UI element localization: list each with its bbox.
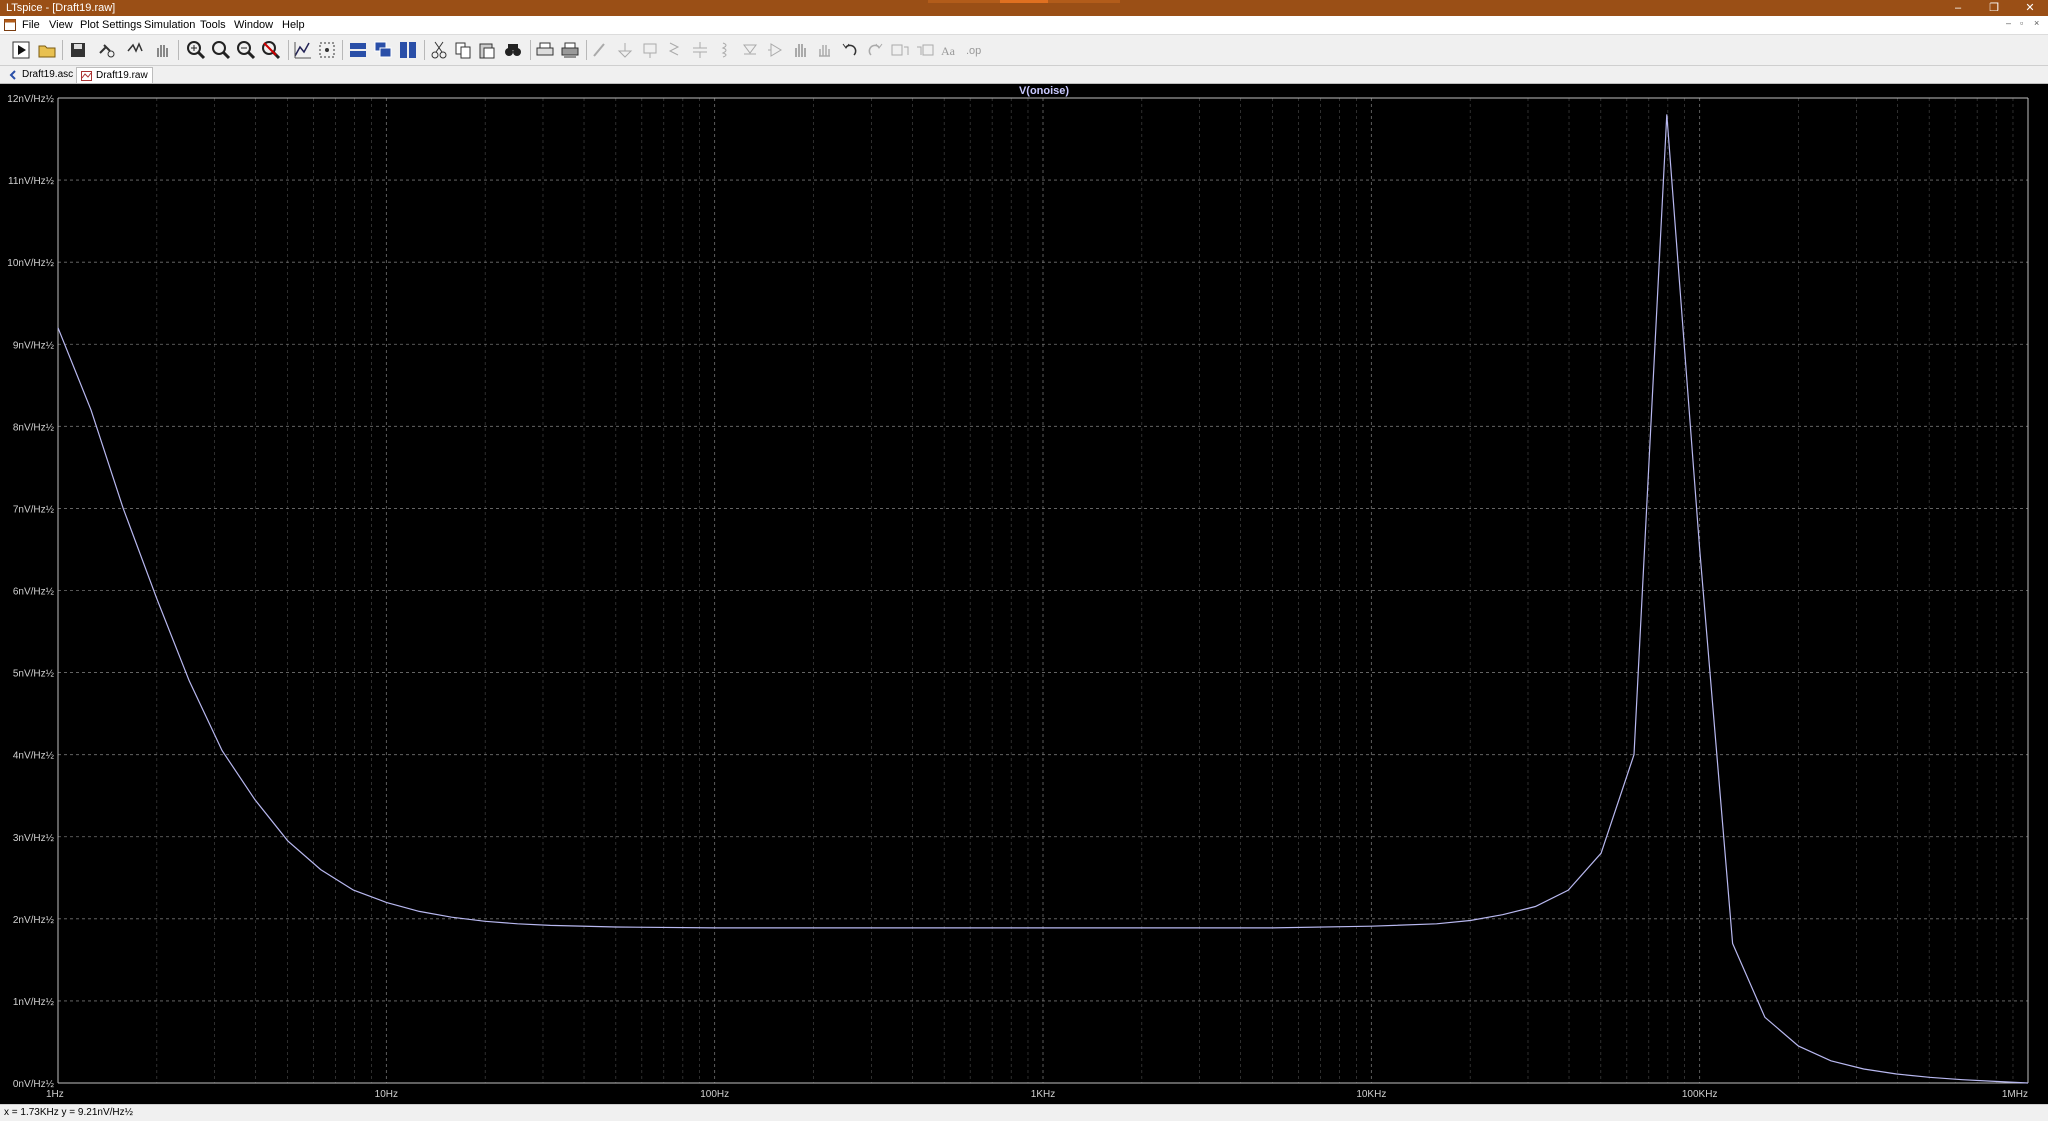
toolbar-separator xyxy=(586,40,587,60)
zoom-extents-icon[interactable] xyxy=(210,39,232,61)
control-panel-icon[interactable] xyxy=(96,39,118,61)
tab-label: Draft19.asc xyxy=(22,69,74,80)
menu-file[interactable]: File xyxy=(22,19,40,31)
x-tick-label: 1KHz xyxy=(1031,1089,1055,1100)
svg-text:Aa: Aa xyxy=(941,44,956,58)
label-net-icon xyxy=(639,39,661,61)
y-tick-label: 1nV/Hz½ xyxy=(13,997,55,1008)
x-tick-label: 1MHz xyxy=(2002,1089,2028,1100)
find-icon[interactable] xyxy=(502,39,524,61)
y-tick-label: 10nV/Hz½ xyxy=(7,258,54,269)
tab-bar: Draft19.asc Draft19.raw xyxy=(0,66,2048,84)
tab-draft19-asc[interactable]: Draft19.asc xyxy=(4,67,77,82)
cascade-icon[interactable] xyxy=(372,39,394,61)
close-button[interactable]: ✕ xyxy=(2012,0,2048,16)
cursor-readout: x = 1.73KHz y = 9.21nV/Hz½ xyxy=(4,1107,133,1118)
menu-window[interactable]: Window xyxy=(234,19,273,31)
toolbar-separator xyxy=(178,40,179,60)
paste-icon[interactable] xyxy=(476,39,498,61)
drag-hand-icon xyxy=(814,39,836,61)
y-tick-label: 5nV/Hz½ xyxy=(13,669,55,680)
undo-icon[interactable] xyxy=(839,39,861,61)
y-tick-label: 2nV/Hz½ xyxy=(13,915,55,926)
tile-horizontal-icon[interactable] xyxy=(347,39,369,61)
tile-vertical-icon[interactable] xyxy=(397,39,419,61)
diode-icon xyxy=(739,39,761,61)
toolbar-separator xyxy=(424,40,425,60)
mark-data-points-icon[interactable] xyxy=(316,39,338,61)
window-title: LTspice - [Draft19.raw] xyxy=(6,2,116,14)
run-icon[interactable] xyxy=(10,39,32,61)
title-accent-highlight xyxy=(1000,0,1048,3)
menu-bar: File View Plot Settings Simulation Tools… xyxy=(0,16,2048,35)
move-hand-icon xyxy=(789,39,811,61)
pan-hand-icon[interactable] xyxy=(151,39,173,61)
redo-icon xyxy=(864,39,886,61)
x-tick-label: 10Hz xyxy=(375,1089,398,1100)
open-folder-icon[interactable] xyxy=(36,39,58,61)
zoom-in-icon[interactable] xyxy=(185,39,207,61)
y-tick-label: 9nV/Hz½ xyxy=(13,340,55,351)
svg-text:.op: .op xyxy=(966,45,981,57)
schematic-icon xyxy=(9,69,16,80)
halt-icon[interactable] xyxy=(124,39,146,61)
text-icon: Aa xyxy=(939,39,961,61)
mdi-minimize-button[interactable]: – xyxy=(2006,18,2011,28)
zoom-cancel-icon[interactable] xyxy=(260,39,282,61)
x-tick-label: 100KHz xyxy=(1682,1089,1718,1100)
title-bar: LTspice - [Draft19.raw] – ❐ ✕ xyxy=(0,0,2048,16)
autorange-icon[interactable] xyxy=(292,39,314,61)
toolbar-separator xyxy=(288,40,289,60)
waveform-icon xyxy=(81,70,92,81)
y-tick-label: 6nV/Hz½ xyxy=(13,587,55,598)
minimize-button[interactable]: – xyxy=(1940,0,1976,16)
menu-simulation[interactable]: Simulation xyxy=(144,19,195,31)
save-icon[interactable] xyxy=(67,39,89,61)
toolbar: Aa .op xyxy=(0,35,2048,66)
toolbar-separator xyxy=(530,40,531,60)
tab-label: Draft19.raw xyxy=(96,70,148,81)
capacitor-icon xyxy=(689,39,711,61)
y-tick-label: 12nV/Hz½ xyxy=(7,94,54,105)
menu-view[interactable]: View xyxy=(49,19,73,31)
y-tick-label: 4nV/Hz½ xyxy=(13,751,55,762)
component-icon xyxy=(764,39,786,61)
menu-plot-settings[interactable]: Plot Settings xyxy=(80,19,142,31)
y-tick-label: 3nV/Hz½ xyxy=(13,833,55,844)
noise-plot[interactable]: 0nV/Hz½1nV/Hz½2nV/Hz½3nV/Hz½4nV/Hz½5nV/H… xyxy=(0,84,2048,1104)
rotate-icon xyxy=(889,39,911,61)
mdi-restore-button[interactable]: ▫ xyxy=(2020,18,2023,28)
x-tick-label: 100Hz xyxy=(700,1089,729,1100)
tab-draft19-raw[interactable]: Draft19.raw xyxy=(76,67,153,83)
tick-labels: 0nV/Hz½1nV/Hz½2nV/Hz½3nV/Hz½4nV/Hz½5nV/H… xyxy=(7,94,2028,1100)
x-tick-label: 10KHz xyxy=(1356,1089,1386,1100)
document-icon[interactable] xyxy=(4,19,16,31)
zoom-out-icon[interactable] xyxy=(235,39,257,61)
toolbar-separator xyxy=(342,40,343,60)
mdi-close-button[interactable]: × xyxy=(2034,18,2039,28)
print-preview-icon[interactable] xyxy=(559,39,581,61)
status-bar: x = 1.73KHz y = 9.21nV/Hz½ xyxy=(0,1104,2048,1121)
resistor-icon xyxy=(664,39,686,61)
mirror-icon xyxy=(914,39,936,61)
y-tick-label: 11nV/Hz½ xyxy=(8,176,55,187)
toolbar-separator xyxy=(62,40,63,60)
copy-icon[interactable] xyxy=(452,39,474,61)
ground-icon xyxy=(614,39,636,61)
draw-wire-icon xyxy=(589,39,611,61)
inductor-icon xyxy=(714,39,736,61)
x-tick-label: 1Hz xyxy=(46,1089,64,1100)
cut-icon[interactable] xyxy=(428,39,450,61)
y-tick-label: 8nV/Hz½ xyxy=(13,422,55,433)
menu-help[interactable]: Help xyxy=(282,19,305,31)
y-tick-label: 7nV/Hz½ xyxy=(13,504,55,515)
waveform-plot-pane[interactable]: V(onoise) 0nV/Hz½ 1nV/Hz½ 2nV/Hz½ 3nV/Hz½ 4n… xyxy=(0,84,2048,1104)
menu-tools[interactable]: Tools xyxy=(200,19,226,31)
spice-directive-icon: .op xyxy=(964,39,986,61)
print-icon[interactable] xyxy=(534,39,556,61)
restore-button[interactable]: ❐ xyxy=(1976,0,2012,16)
